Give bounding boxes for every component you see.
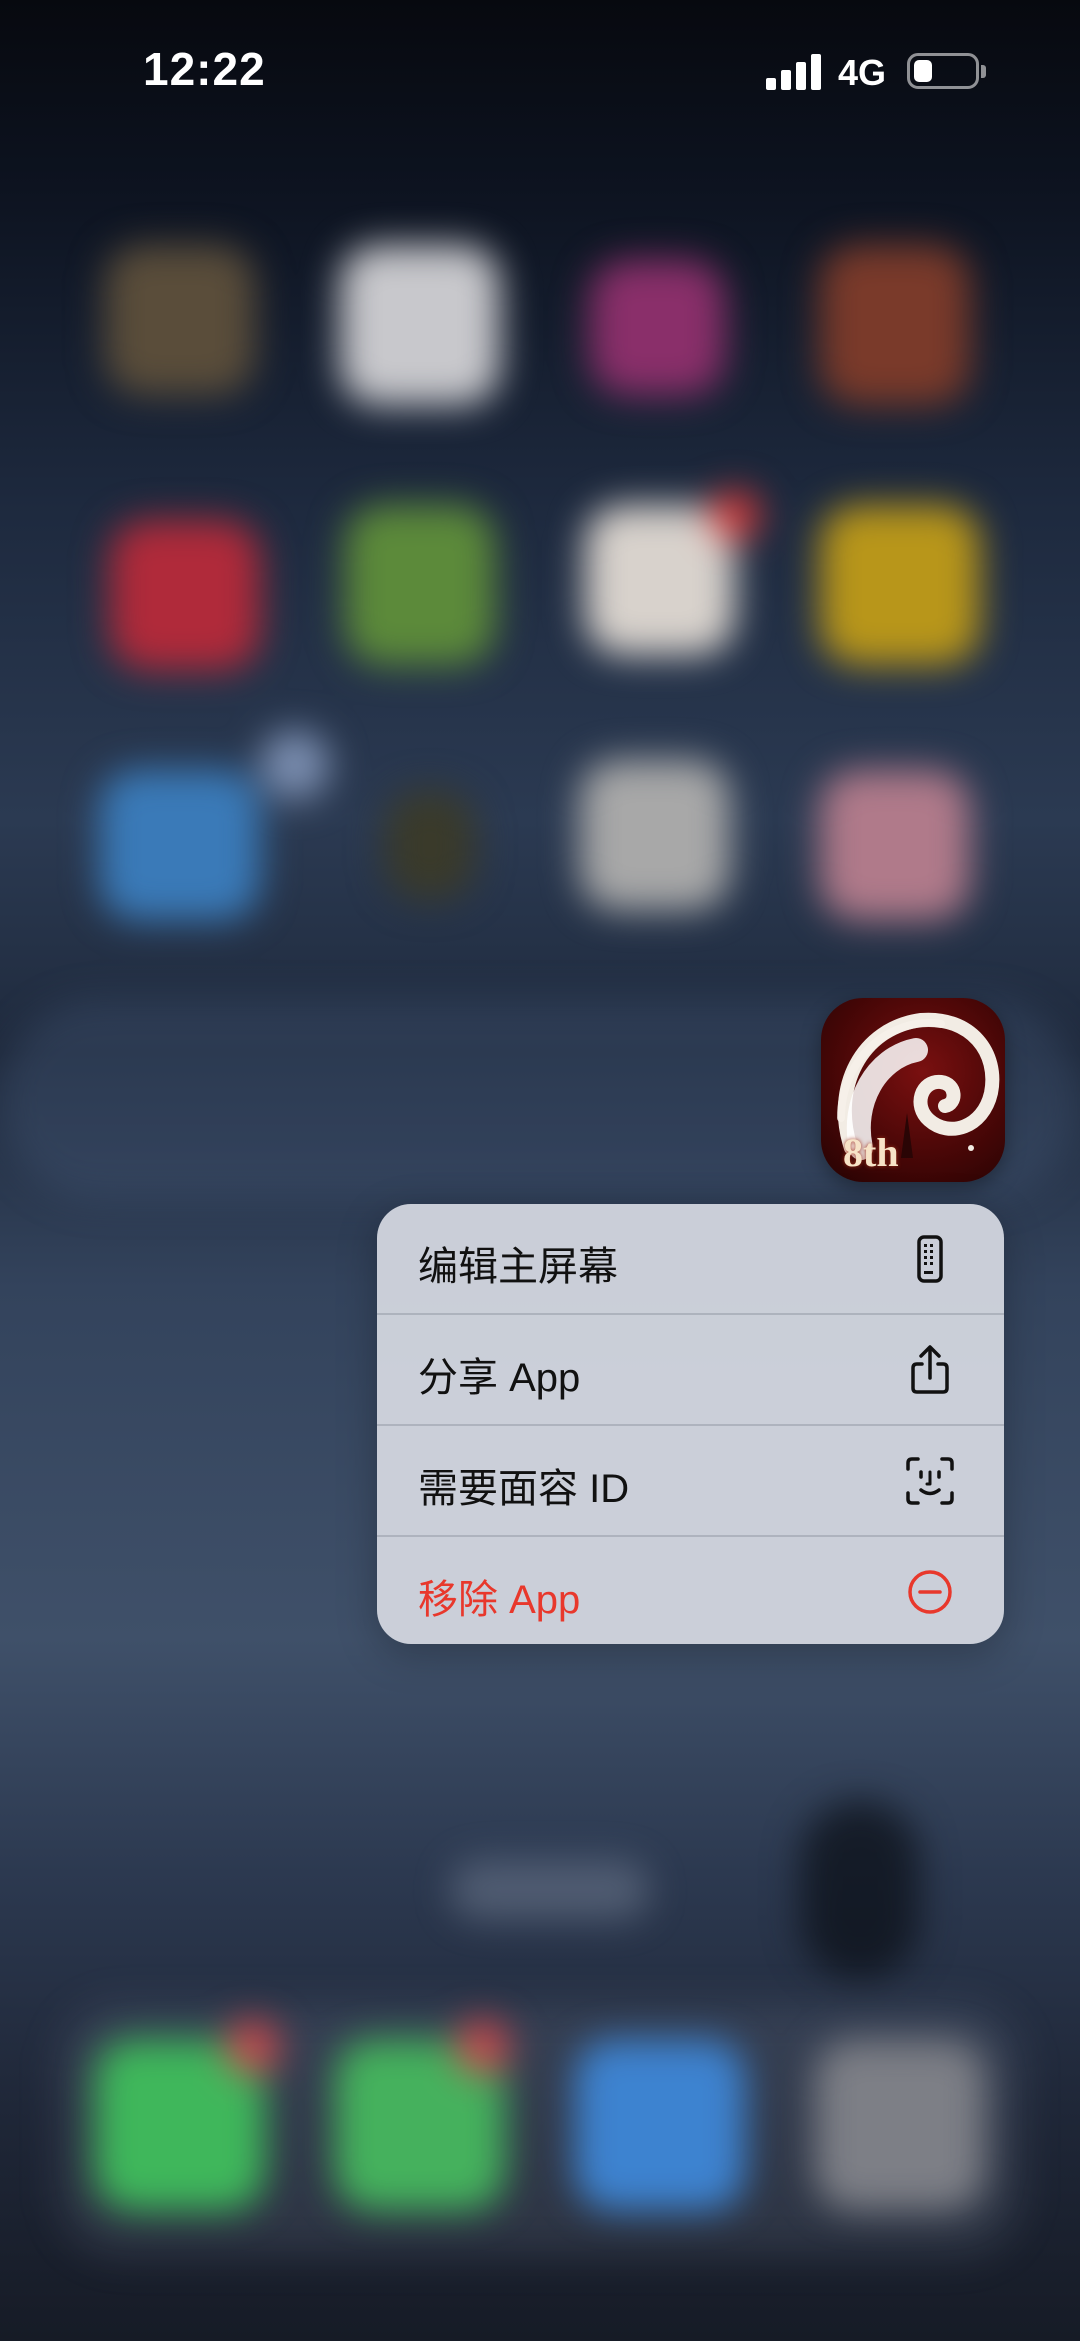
network-type: 4G [838,52,887,93]
menu-item-label: 分享 App [418,1356,581,1400]
app-icon-label: 8th [843,1130,899,1175]
menu-item-share-app[interactable]: 分享 App [377,1315,1004,1425]
cellular-signal-icon [766,54,822,90]
menu-item-edit-home-screen[interactable]: 编辑主屏幕 [377,1204,1004,1314]
app-context-menu: 编辑主屏幕 分享 App 需要面容 ID 移除 App [377,1204,1004,1644]
status-time: 12:22 [143,43,266,95]
minus-circle-icon [908,1570,952,1614]
menu-item-label: 编辑主屏幕 [418,1245,618,1289]
dock-background [60,2005,1020,2255]
face-id-icon [906,1457,954,1505]
game-app-icon[interactable]: 8th [821,998,1005,1182]
share-icon [911,1345,949,1394]
menu-item-remove-app[interactable]: 移除 App [377,1537,1004,1644]
menu-item-label: 移除 App [418,1578,581,1622]
phone-screen-icon [917,1235,943,1283]
menu-item-require-face-id[interactable]: 需要面容 ID [377,1426,1004,1536]
menu-item-label: 需要面容 ID [418,1467,630,1511]
battery-tip [981,65,986,78]
battery-icon [907,53,979,89]
